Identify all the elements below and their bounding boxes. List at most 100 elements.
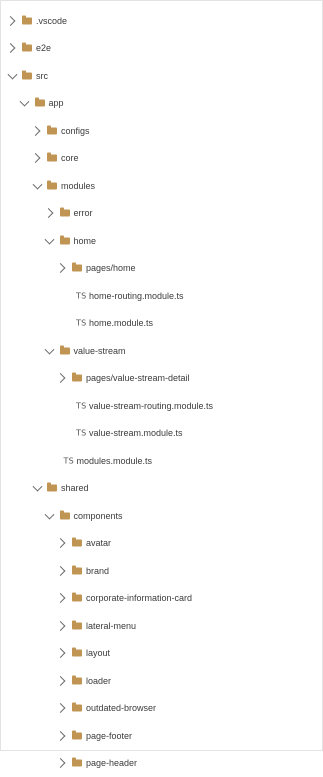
tree-item-label: core xyxy=(61,153,79,163)
tree-item-label: home-routing.module.ts xyxy=(89,291,184,301)
chevron-right-icon[interactable] xyxy=(31,153,41,163)
tree-file-row[interactable]: TSvalue-stream.module.ts xyxy=(1,420,323,448)
folder-icon xyxy=(60,347,70,354)
tree-item-label: app xyxy=(49,98,64,108)
tree-item-label: modules.module.ts xyxy=(77,456,153,466)
tree-folder-row[interactable]: error xyxy=(1,200,323,228)
folder-icon xyxy=(72,540,82,547)
tree-folder-row[interactable]: .vscode xyxy=(1,7,323,35)
folder-icon xyxy=(72,375,82,382)
folder-icon xyxy=(72,732,82,739)
folder-icon xyxy=(72,677,82,684)
typescript-file-icon: TS xyxy=(76,401,86,410)
tree-folder-row[interactable]: shared xyxy=(1,475,323,503)
tree-folder-row[interactable]: outdated-browser xyxy=(1,695,323,723)
tree-folder-row[interactable]: e2e xyxy=(1,35,323,63)
chevron-right-icon[interactable] xyxy=(6,43,16,53)
chevron-right-icon[interactable] xyxy=(6,16,16,26)
tree-item-label: loader xyxy=(86,676,111,686)
chevron-right-icon[interactable] xyxy=(31,126,41,136)
folder-icon xyxy=(47,182,57,189)
file-tree: .vscode e2e src app configs core modules error h… xyxy=(1,7,323,777)
folder-icon xyxy=(22,72,32,79)
chevron-right-icon[interactable] xyxy=(56,593,66,603)
tree-folder-row[interactable]: value-stream xyxy=(1,337,323,365)
folder-icon xyxy=(47,485,57,492)
folder-icon xyxy=(47,127,57,134)
chevron-down-icon[interactable] xyxy=(45,344,55,354)
tree-item-label: pages/home xyxy=(86,263,136,273)
tree-folder-row[interactable]: avatar xyxy=(1,530,323,558)
chevron-down-icon[interactable] xyxy=(32,179,42,189)
tree-item-label: page-footer xyxy=(86,731,132,741)
tree-item-label: value-stream.module.ts xyxy=(89,428,183,438)
chevron-down-icon[interactable] xyxy=(45,509,55,519)
chevron-down-icon[interactable] xyxy=(32,482,42,492)
chevron-right-icon[interactable] xyxy=(56,731,66,741)
chevron-right-icon[interactable] xyxy=(43,208,53,218)
chevron-right-icon[interactable] xyxy=(56,758,66,768)
tree-item-label: page-header xyxy=(86,758,137,768)
tree-item-label: configs xyxy=(61,126,90,136)
folder-icon xyxy=(72,760,82,767)
chevron-down-icon[interactable] xyxy=(45,234,55,244)
folder-icon xyxy=(35,100,45,107)
tree-file-row[interactable]: TShome-routing.module.ts xyxy=(1,282,323,310)
chevron-down-icon[interactable] xyxy=(7,69,17,79)
tree-folder-row[interactable]: components xyxy=(1,502,323,530)
tree-folder-row[interactable]: loader xyxy=(1,667,323,695)
tree-item-label: modules xyxy=(61,181,95,191)
tree-item-label: error xyxy=(74,208,93,218)
tree-item-label: e2e xyxy=(36,43,51,53)
chevron-right-icon[interactable] xyxy=(56,703,66,713)
folder-icon xyxy=(22,17,32,24)
tree-item-label: home.module.ts xyxy=(89,318,153,328)
tree-folder-row[interactable]: corporate-information-card xyxy=(1,585,323,613)
tree-item-label: .vscode xyxy=(36,16,67,26)
tree-folder-row[interactable]: brand xyxy=(1,557,323,585)
tree-folder-row[interactable]: home xyxy=(1,227,323,255)
chevron-right-icon[interactable] xyxy=(56,648,66,658)
chevron-right-icon[interactable] xyxy=(56,538,66,548)
tree-folder-row[interactable]: configs xyxy=(1,117,323,145)
folder-icon xyxy=(72,567,82,574)
tree-folder-row[interactable]: pages/value-stream-detail xyxy=(1,365,323,393)
tree-item-label: lateral-menu xyxy=(86,621,136,631)
tree-item-label: layout xyxy=(86,648,110,658)
chevron-right-icon[interactable] xyxy=(56,621,66,631)
folder-icon xyxy=(22,45,32,52)
explorer-panel: .vscode e2e src app configs core modules error h… xyxy=(0,0,323,751)
tree-folder-row[interactable]: core xyxy=(1,145,323,173)
chevron-right-icon[interactable] xyxy=(56,566,66,576)
folder-icon xyxy=(72,705,82,712)
tree-file-row[interactable]: TSvalue-stream-routing.module.ts xyxy=(1,392,323,420)
folder-icon xyxy=(72,595,82,602)
chevron-right-icon[interactable] xyxy=(56,676,66,686)
tree-folder-row[interactable]: modules xyxy=(1,172,323,200)
folder-icon xyxy=(72,265,82,272)
tree-folder-row[interactable]: lateral-menu xyxy=(1,612,323,640)
chevron-right-icon[interactable] xyxy=(56,373,66,383)
tree-item-label: value-stream-routing.module.ts xyxy=(89,401,213,411)
tree-item-label: brand xyxy=(86,566,109,576)
chevron-right-icon[interactable] xyxy=(56,263,66,273)
typescript-file-icon: TS xyxy=(76,291,86,300)
folder-icon xyxy=(72,650,82,657)
tree-file-row[interactable]: TShome.module.ts xyxy=(1,310,323,338)
folder-icon xyxy=(47,155,57,162)
tree-folder-row[interactable]: layout xyxy=(1,640,323,668)
tree-item-label: value-stream xyxy=(74,346,126,356)
tree-folder-row[interactable]: app xyxy=(1,90,323,118)
tree-folder-row[interactable]: page-footer xyxy=(1,722,323,750)
folder-icon xyxy=(60,237,70,244)
chevron-down-icon[interactable] xyxy=(20,97,30,107)
tree-folder-row[interactable]: pages/home xyxy=(1,255,323,283)
tree-item-label: shared xyxy=(61,483,89,493)
tree-folder-row[interactable]: page-header xyxy=(1,750,323,777)
folder-icon xyxy=(60,210,70,217)
tree-item-label: corporate-information-card xyxy=(86,593,192,603)
tree-file-row[interactable]: TSmodules.module.ts xyxy=(1,447,323,475)
tree-folder-row[interactable]: src xyxy=(1,62,323,90)
tree-item-label: home xyxy=(74,236,97,246)
typescript-file-icon: TS xyxy=(76,319,86,328)
